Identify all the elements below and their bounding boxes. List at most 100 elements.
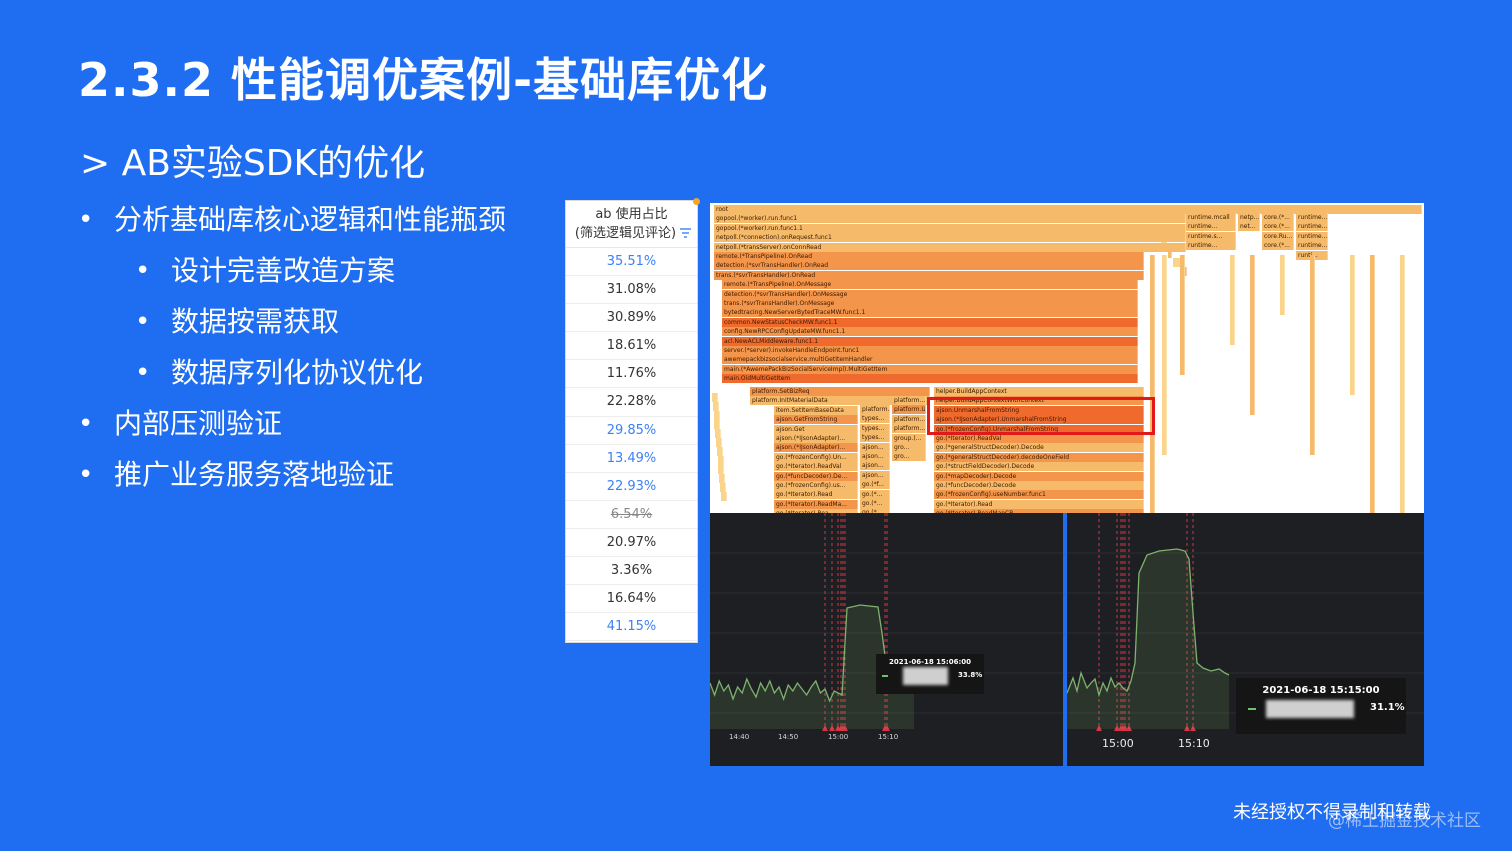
flame-frame[interactable] [1150,255,1155,513]
flame-frame[interactable]: go.(*frozenConfig).us... [774,481,858,490]
flame-frame[interactable]: go.(*Iterator).ReadMa... [774,499,858,509]
flame-frame[interactable]: group.(... [892,433,926,443]
flame-frame[interactable]: runtime... [1186,222,1236,232]
flame-frame[interactable]: ajson... [860,461,890,471]
flame-frame[interactable]: ajson.(*IJsonAdapter)... [774,443,858,453]
flame-frame[interactable]: ajson.(*IJsonAdapter)... [774,434,858,443]
flame-frame[interactable]: helper.BuildAppContext [934,387,1144,396]
flame-frame[interactable]: runtime... [1296,241,1328,251]
x-tick-label: 14:40 [729,733,750,741]
flame-frame[interactable]: go.(*... [860,489,890,499]
flame-frame[interactable]: ajson... [860,470,890,480]
flame-frame[interactable] [720,483,726,492]
flame-frame[interactable] [719,474,726,483]
flame-frame[interactable]: platform... [860,405,890,414]
table-cell: 20.97% [566,529,697,558]
flame-frame[interactable]: netp... [1238,213,1260,222]
flame-frame[interactable]: ajson... [860,452,890,461]
flame-frame[interactable] [712,402,719,411]
flame-frame[interactable] [1180,255,1185,375]
bullet-list: 分析基础库核心逻辑和性能瓶颈 设计完善改造方案 数据按需获取 数据序列化协议优化… [78,198,506,504]
flame-frame[interactable] [1400,255,1405,513]
flame-frame[interactable]: remote.(*TransPipeline).OnRead [714,252,1144,261]
flame-frame[interactable] [714,420,721,429]
flame-frame[interactable]: runtime... [1296,231,1328,241]
flame-frame[interactable]: go.(*Iterator).Read [934,499,1144,509]
flame-frame[interactable]: runtime... [1296,222,1328,232]
flame-frame[interactable] [713,411,720,420]
flame-frame[interactable]: item.SetItemBaseData [774,405,858,415]
flame-graph: root gopool.(*worker).run.func1 gopool.(*w… [710,203,1424,513]
flame-frame[interactable]: gro... [892,443,926,452]
flame-frame[interactable]: go.(*frozenConfig).Un... [774,452,858,462]
flame-frame[interactable]: runtime... [1186,241,1236,251]
flame-frame[interactable]: core.(*... [1262,241,1294,251]
flame-frame[interactable]: trans.(*svrTransHandler).OnMessage [722,299,1138,308]
flame-frame[interactable]: go.(*Iterator).Read [774,490,858,500]
flame-frame[interactable]: platform.U... [892,405,926,415]
flame-frame[interactable] [720,492,727,501]
flame-frame[interactable] [1250,255,1255,415]
flame-frame[interactable]: server.(*server).invokeHandleEndpoint.fu… [722,346,1138,355]
flame-frame[interactable] [715,429,722,438]
flame-frame[interactable]: main.(*AwemePackBizSocialServiceImpl).Mu… [722,364,1138,374]
flame-frame[interactable]: go.(*generalStructDecoder).decodeOneFiel… [934,452,1144,462]
flame-frame[interactable]: gopool.(*worker).run.func1.1 [714,223,1186,233]
table-cell: 13.49% [566,445,697,473]
flame-frame[interactable]: types... [860,423,890,433]
flame-frame[interactable] [1230,255,1235,345]
flame-frame[interactable]: platform... [892,396,926,405]
flame-frame[interactable]: go.(*structFieldDecoder).Decode [934,462,1144,472]
flame-frame[interactable]: netpoll.(*connection).onRequest.func1 [714,233,1186,243]
flame-frame[interactable] [712,393,718,402]
flame-frame[interactable]: go.(*mapDecoder).Decode [934,471,1144,481]
flame-frame[interactable]: go.(*Iterator).ReadVal [934,434,1144,443]
flame-frame[interactable]: ajson.GetFromString [774,415,858,425]
flame-frame[interactable]: go.(*funcDecoder).De... [774,471,858,481]
flame-frame[interactable] [1162,255,1167,455]
flame-frame[interactable]: core.(*... [1262,222,1294,232]
flame-frame[interactable]: netpoll.(*transServer).onConnRead [714,242,1186,252]
flame-frame[interactable]: core.(*... [1262,213,1294,222]
flame-frame[interactable] [716,438,722,447]
flame-frame[interactable]: bytedtracing.NewServerBytedTraceMW.func1… [722,308,1138,318]
flame-frame[interactable]: runtime.s... [1186,231,1236,241]
flame-frame[interactable]: go.(*... [860,499,890,508]
flame-frame[interactable]: awemepackbizsocialservice.multiGetItemHa… [722,355,1138,365]
flame-frame[interactable]: config.NewRPCConfigUpdateMW.func1.1 [722,327,1138,337]
flame-frame[interactable]: detection.(*svrTransHandler).OnMessage [722,289,1138,299]
cpu-line-chart-left [710,513,1063,731]
flame-frame[interactable]: detection.(*svrTransHandler).OnRead [714,261,1144,271]
flame-frame[interactable]: ajson... [860,442,890,452]
flame-frame[interactable]: go.(*Iterator).ReadVal [774,462,858,472]
flame-frame[interactable]: gro... [892,452,926,462]
flame-frame[interactable]: runtime.mcall [1186,213,1236,222]
flame-frame[interactable]: types... [860,414,890,424]
flame-frame[interactable] [717,456,724,465]
flame-frame[interactable]: trans.(*svrTransHandler).OnRead [714,270,1144,280]
flame-frame[interactable]: go.(*generalStructDecoder).Decode [934,443,1144,453]
flame-frame[interactable] [1310,255,1315,455]
flame-frame[interactable] [1350,255,1355,395]
flame-frame[interactable]: types... [860,433,890,443]
flame-frame[interactable] [716,447,723,456]
flame-frame[interactable]: common.NewStatusCheckMW.func1.1 [722,317,1138,327]
flame-frame[interactable]: platform.SetBizReq [750,387,930,396]
filter-icon[interactable] [680,228,691,238]
flame-frame[interactable]: core.Ru... [1262,231,1294,241]
flame-frame[interactable]: ajson.Get [774,424,858,434]
flame-frame[interactable]: remote.(*TransPipeline).OnMessage [722,280,1138,290]
flame-frame[interactable] [718,465,725,474]
flame-frame[interactable]: acl.NewACLMiddleware.func1.1 [722,336,1138,346]
flame-frame[interactable]: go.(*funcDecoder).Decode [934,481,1144,490]
flame-frame[interactable]: go.(*f... [860,480,890,490]
flame-frame[interactable]: main.OidMultiGetItem [722,374,1138,384]
flame-frame[interactable] [1370,255,1375,513]
flame-frame[interactable]: net... [1238,222,1260,232]
flame-frame[interactable] [1280,255,1285,315]
flame-frame[interactable]: gopool.(*worker).run.func1 [714,214,1186,224]
flame-frame[interactable]: go.(*frozenConfig).useNumber.func1 [934,490,1144,500]
flame-frame[interactable]: platform... [892,424,926,434]
flame-frame[interactable]: platform... [892,414,926,424]
flame-frame[interactable]: runtime... [1296,213,1328,222]
